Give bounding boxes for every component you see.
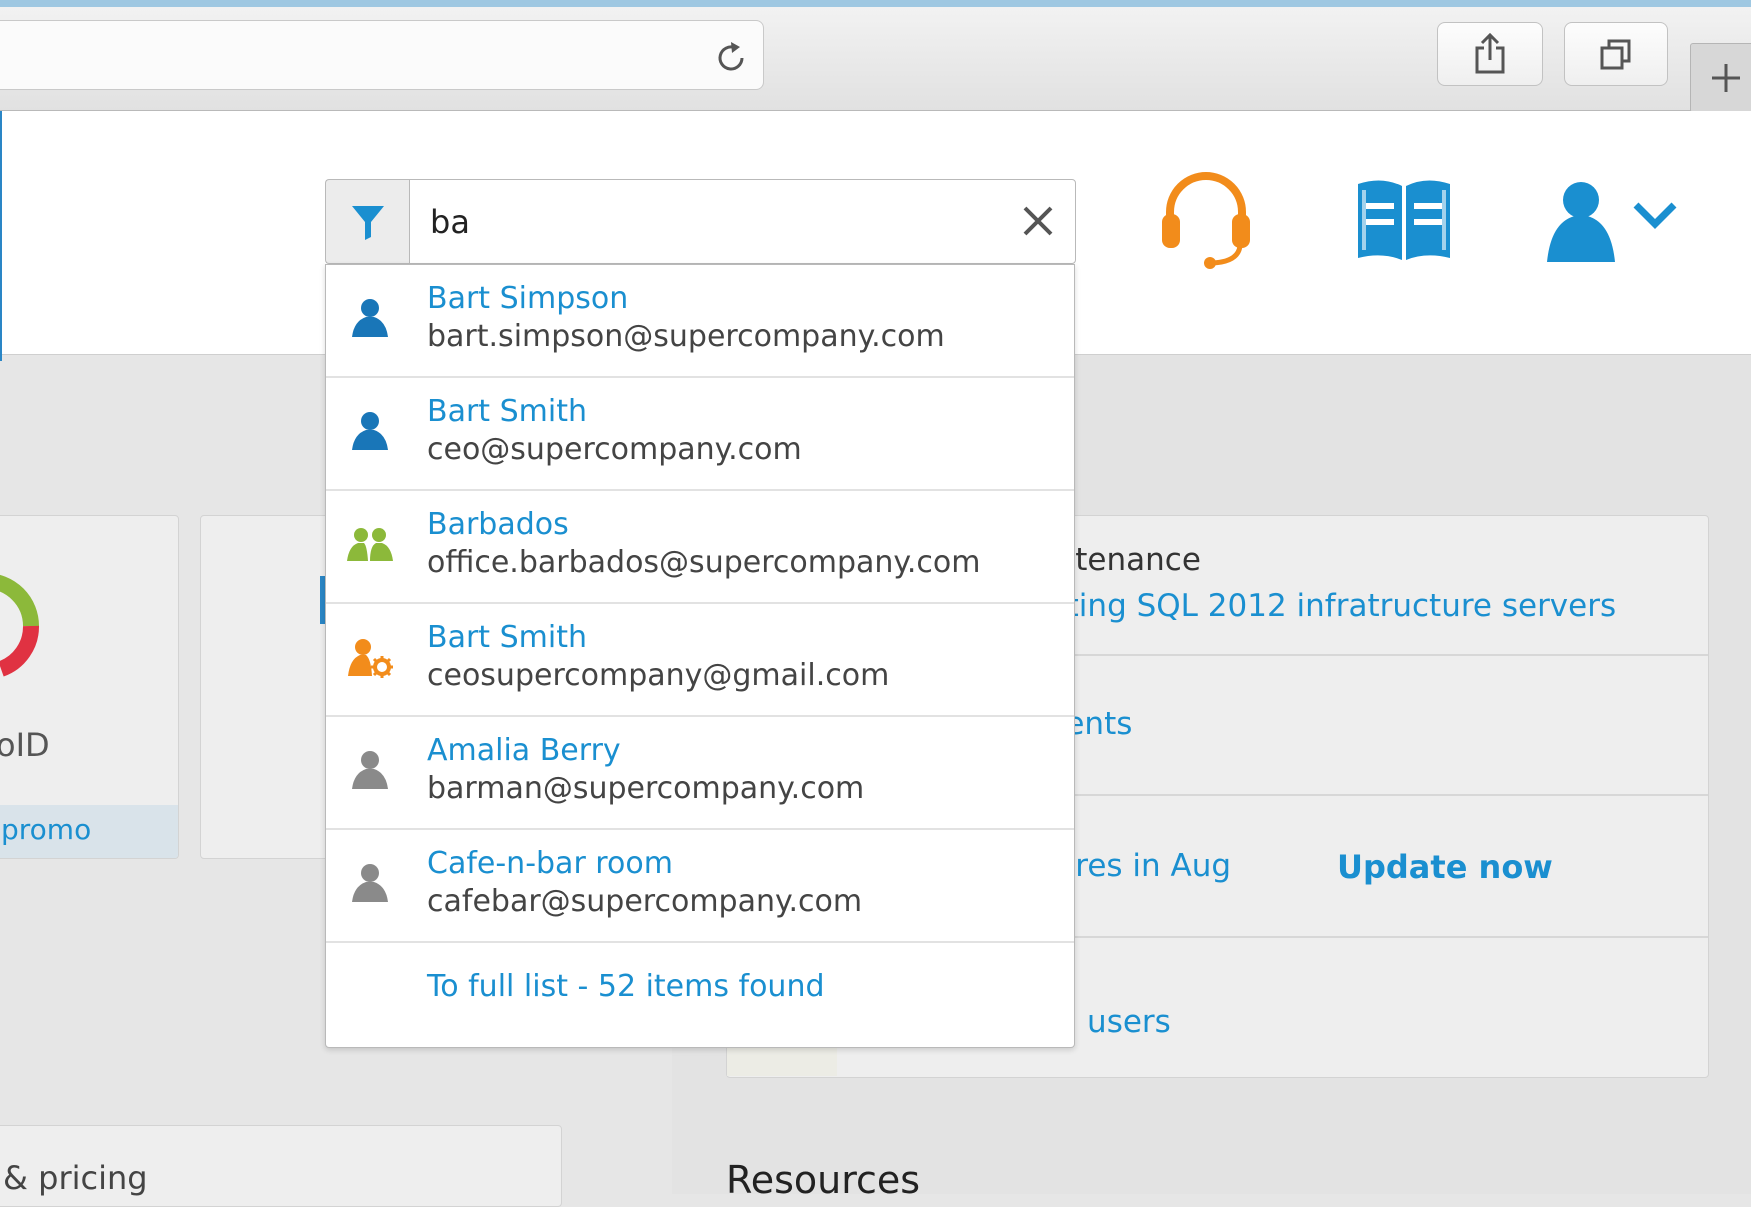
suggestion-item[interactable]: Bart Simpson bart.simpson@supercompany.c… — [326, 265, 1074, 378]
notification-link[interactable]: nting SQL 2012 infratructure servers — [1047, 588, 1616, 624]
filter-button[interactable] — [325, 179, 410, 264]
update-now-button[interactable]: Update now — [1337, 848, 1553, 886]
search-suggestions-dropdown: Bart Simpson bart.simpson@supercompany.c… — [325, 264, 1075, 1048]
card-label: oID — [0, 726, 50, 764]
clear-search-button[interactable] — [1015, 198, 1061, 244]
suggestion-email: barman@supercompany.com — [427, 771, 865, 806]
tabs-button[interactable] — [1564, 22, 1668, 86]
user-icon — [352, 412, 388, 450]
new-tab-button[interactable] — [1690, 43, 1751, 113]
suggestion-email: ceo@supercompany.com — [427, 432, 802, 467]
pricing-card[interactable]: & pricing — [0, 1125, 562, 1207]
search-input[interactable] — [430, 202, 990, 242]
share-button[interactable] — [1437, 22, 1543, 86]
suggestion-item[interactable]: Cafe-n-bar room cafebar@supercompany.com — [326, 830, 1074, 943]
suggestion-item[interactable]: Bart Smith ceosupercompany@gmail.com — [326, 604, 1074, 717]
tabs-icon — [1600, 39, 1631, 70]
group-icon — [347, 528, 393, 561]
plus-icon — [1712, 64, 1740, 92]
suggestion-name: Cafe-n-bar room — [427, 846, 673, 881]
suggestion-name: Bart Simpson — [427, 281, 629, 316]
promo-link[interactable]: promo — [0, 805, 178, 858]
share-icon — [1475, 32, 1505, 74]
full-list-link[interactable]: To full list - 52 items found — [427, 969, 825, 1004]
suggestion-item[interactable]: Amalia Berry barman@supercompany.com — [326, 717, 1074, 830]
headset-icon[interactable] — [1158, 170, 1254, 270]
user-icon — [352, 299, 388, 337]
user-menu-button[interactable] — [1545, 170, 1685, 270]
suggestion-name: Bart Smith — [427, 394, 587, 429]
suggestion-name: Barbados — [427, 507, 569, 542]
suggestion-email: ceosupercompany@gmail.com — [427, 658, 890, 693]
suggestion-item[interactable]: Bart Smith ceo@supercompany.com — [326, 378, 1074, 491]
reload-icon[interactable] — [711, 38, 751, 78]
user-icon — [352, 751, 388, 789]
pricing-label: & pricing — [3, 1159, 148, 1197]
suggestion-email: office.barbados@supercompany.com — [427, 545, 981, 580]
close-icon — [1023, 206, 1053, 236]
suggestion-email: cafebar@supercompany.com — [427, 884, 863, 919]
suggestion-name: Bart Smith — [427, 620, 587, 655]
dashboard-card — [200, 515, 342, 859]
user-icon — [1547, 182, 1615, 262]
suggestion-name: Amalia Berry — [427, 733, 621, 768]
subscription-card: oID promo — [0, 515, 179, 859]
donut-chart — [0, 574, 40, 677]
user-gear-icon — [348, 639, 393, 678]
resources-heading: Resources — [726, 1158, 921, 1202]
suggestion-email: bart.simpson@supercompany.com — [427, 319, 945, 354]
filter-icon — [352, 205, 384, 240]
address-bar[interactable] — [0, 20, 764, 90]
promo-link-label: promo — [1, 813, 92, 846]
user-icon — [352, 864, 388, 902]
book-icon[interactable] — [1354, 176, 1454, 264]
browser-top-strip — [0, 0, 1751, 7]
suggestion-item[interactable]: Barbados office.barbados@supercompany.co… — [326, 491, 1074, 604]
search-box — [409, 179, 1076, 264]
chevron-down-icon — [1633, 202, 1677, 229]
